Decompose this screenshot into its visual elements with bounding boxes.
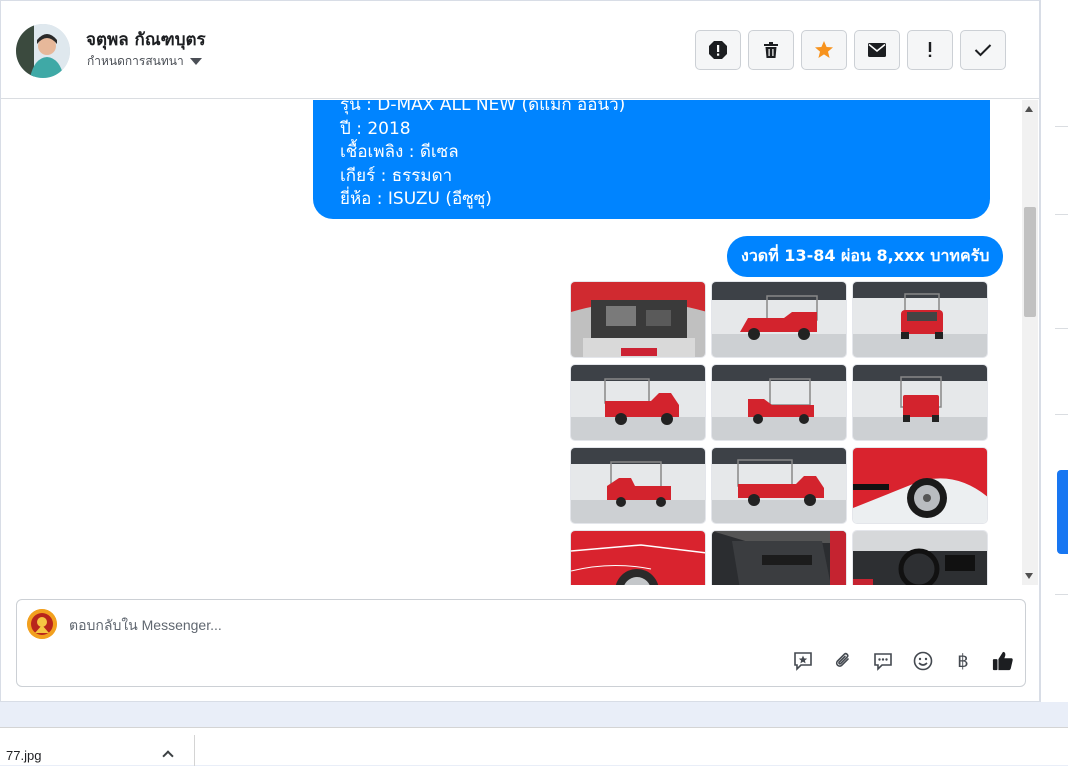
detail-fuel: เชื้อเพลิง : ดีเซล [340,142,459,162]
scroll-up-arrow[interactable] [1025,106,1033,112]
panel-divider [1055,214,1068,215]
detail-year: ปี : 2018 [340,118,411,139]
report-button[interactable] [695,30,741,70]
attachment-icon [835,652,849,667]
envelope-icon [868,43,886,57]
saved-reply-icon [794,652,812,671]
detail-gear: เกียร์ : ธรรมดา [340,165,453,186]
photo-dashboard[interactable] [852,530,988,585]
photo-truck-rear-right[interactable] [711,364,847,441]
mark-done-button[interactable] [960,30,1006,70]
car-details-message: รุ่น : D-MAX ALL NEW (ดีแม็ก ออนิว) ปี :… [313,100,990,219]
photo-rear-fender[interactable] [570,530,706,585]
payment-button[interactable]: ฿ [952,650,974,672]
page-avatar [27,609,57,639]
mark-unread-button[interactable] [854,30,900,70]
quick-reply-button[interactable] [872,650,894,672]
detail-brand: ยี่ห้อ : ISUZU (อีซูซุ) [340,189,492,209]
star-icon [815,41,833,58]
contact-avatar[interactable] [16,24,70,78]
baht-icon: ฿ [957,650,969,672]
thread-scrollbar[interactable] [1022,100,1038,585]
right-panel-edge [1040,0,1068,702]
action-toolbar [695,30,1006,70]
download-file-name[interactable]: 77.jpg [6,748,41,763]
chat-bubble-icon [874,653,892,671]
chevron-up-icon[interactable] [162,750,174,762]
trash-icon [764,42,778,58]
messenger-window: จตุพล กัณฑบุตร กำหนดการสนทนา รุ่น: D-MA… [0,0,1040,702]
photo-truck-side[interactable] [711,447,847,524]
assign-conversation-dropdown[interactable]: กำหนดการสนทนา [87,52,202,71]
saved-reply-button[interactable] [792,650,814,672]
report-icon [709,41,727,59]
emoji-icon [913,651,933,671]
photo-truck-rear[interactable] [852,364,988,441]
attach-button[interactable] [832,650,854,672]
photo-engine-bay[interactable] [570,281,706,358]
delete-button[interactable] [748,30,794,70]
reply-composer: ฿ [16,599,1026,687]
star-button[interactable] [801,30,847,70]
message-thread[interactable]: รุ่น : D-MAX ALL NEW (ดีแม็ก ออนิว) ปี :… [2,100,1022,585]
caret-down-icon [189,58,202,65]
panel-divider [1055,328,1068,329]
photo-wheel-closeup[interactable] [852,447,988,524]
photo-truck-side-left[interactable] [570,447,706,524]
download-bar: 77.jpg [0,727,1068,766]
conversation-header: จตุพล กัณฑบุตร กำหนดการสนทนา [1,1,1039,99]
assign-label: กำหนดการสนทนา [87,54,184,68]
download-separator [194,735,195,766]
reply-input[interactable] [69,612,969,638]
panel-tab[interactable] [1057,470,1068,554]
panel-divider [1055,414,1068,415]
exclamation-icon [928,42,932,57]
panel-divider [1055,126,1068,127]
check-icon [974,44,992,57]
installment-message: งวดที่ 13-84 ผ่อน 8,xxx บาทครับ [727,236,1004,277]
contact-name: จตุพล กัณฑบุตร [86,30,206,50]
like-button[interactable] [992,650,1014,672]
photo-truck-side-right[interactable] [570,364,706,441]
photo-grid [570,281,988,585]
spam-button[interactable] [907,30,953,70]
composer-toolbar: ฿ [792,650,1014,672]
photo-truck-front[interactable] [852,281,988,358]
thumbs-up-icon [992,651,1013,671]
scroll-down-arrow[interactable] [1025,573,1033,579]
photo-truck-front-left[interactable] [711,281,847,358]
emoji-button[interactable] [912,650,934,672]
panel-divider [1055,594,1068,595]
scroll-thumb[interactable] [1024,207,1036,317]
detail-model: รุ่น : D-MAX ALL NEW (ดีแม็ก ออนิว) [340,100,626,115]
photo-door-interior[interactable] [711,530,847,585]
